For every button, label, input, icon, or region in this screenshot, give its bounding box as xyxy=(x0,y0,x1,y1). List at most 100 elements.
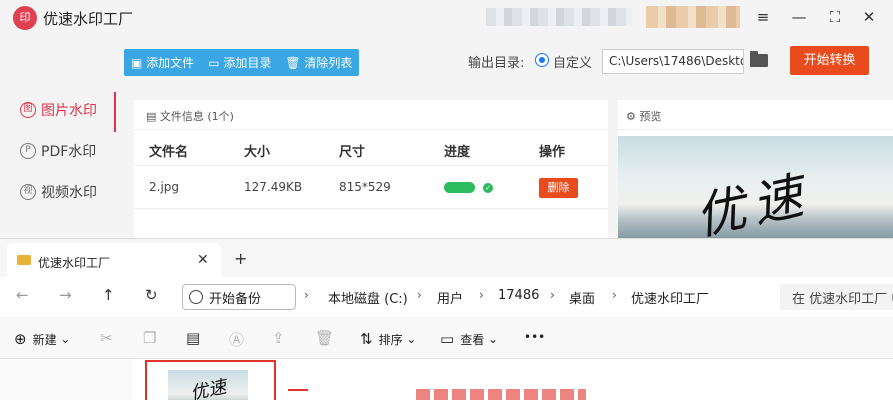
paste-icon[interactable]: ▤ xyxy=(186,329,200,347)
file-info-header: ▤ 文件信息 (1个) xyxy=(134,100,608,130)
watermark-app-window: 印 优速水印工厂 ≡ — ⛶ ✕ ▣ 添加文件 ▭ 添加目录 🗑 清除列表 输出… xyxy=(0,0,893,240)
tab-title: 优速水印工厂 xyxy=(38,256,111,270)
col-filename: 文件名 xyxy=(149,145,189,160)
new-button[interactable]: ⊕ 新建 ⌄ xyxy=(14,330,70,348)
breadcrumb[interactable]: 开始备份 › 本地磁盘 (C:) › 用户 › 17486 › 桌面 › 优速水… xyxy=(182,284,772,310)
copy-icon[interactable]: ❐ xyxy=(143,329,156,347)
preview-panel: ⚙ 预览 优速 xyxy=(618,100,893,240)
output-path-input[interactable]: C:\Users\17486\Deskto xyxy=(602,49,744,74)
video-watermark-icon: 视 xyxy=(20,184,36,200)
sort-label: 排序 xyxy=(378,332,403,347)
progress-bar xyxy=(444,182,475,193)
chevron-right-icon: › xyxy=(417,288,422,302)
file-table-header: 文件名 大小 尺寸 进度 操作 xyxy=(134,131,608,166)
start-convert-button[interactable]: 开始转换 xyxy=(790,46,869,75)
delete-icon[interactable]: 🗑 xyxy=(315,329,334,347)
add-folder-label: 添加目录 xyxy=(223,56,272,70)
back-icon[interactable]: ← xyxy=(16,286,29,304)
file-toolbar: ▣ 添加文件 ▭ 添加目录 🗑 清除列表 xyxy=(124,49,359,76)
blurred-user-badge xyxy=(646,6,740,28)
plus-circle-icon: ⊕ xyxy=(14,330,27,348)
view-label: 查看 xyxy=(460,332,485,347)
add-folder-button[interactable]: ▭ 添加目录 xyxy=(201,54,278,71)
view-icon: ▭ xyxy=(440,330,455,348)
output-dir-label: 输出目录: xyxy=(468,56,525,71)
preview-header: ⚙ 预览 xyxy=(618,100,893,130)
sidebar-item-label: 视频水印 xyxy=(41,185,97,201)
backup-label: 开始备份 xyxy=(209,291,262,307)
browse-folder-icon[interactable] xyxy=(750,51,768,67)
preview-title: 预览 xyxy=(639,110,662,123)
thumbnail-watermark: 优速 xyxy=(188,376,229,400)
active-indicator xyxy=(114,92,116,132)
crumb-user-folder[interactable]: 17486 xyxy=(498,288,539,303)
title-bar: 印 优速水印工厂 ≡ — ⛶ ✕ xyxy=(0,0,893,36)
refresh-icon[interactable]: ↻ xyxy=(145,286,158,304)
file-info-panel: ▤ 文件信息 (1个) 文件名 大小 尺寸 进度 操作 2.jpg 127.49… xyxy=(134,100,608,240)
chevron-right-icon: › xyxy=(612,288,617,302)
check-icon: ✓ xyxy=(483,183,493,193)
chevron-right-icon: › xyxy=(304,288,309,302)
file-list-area: 优速 xyxy=(0,359,893,400)
file-info-title: 文件信息 (1个) xyxy=(159,110,234,123)
cut-icon[interactable]: ✂ xyxy=(100,329,113,347)
preview-image: 优速 xyxy=(618,136,893,240)
new-label: 新建 xyxy=(32,332,57,347)
backup-icon xyxy=(189,290,203,304)
more-button[interactable]: ••• xyxy=(524,330,545,344)
annotation-note xyxy=(416,389,586,400)
sidebar-item-video-watermark[interactable]: 视 视频水印 xyxy=(20,180,97,204)
add-file-label: 添加文件 xyxy=(146,56,195,70)
up-icon[interactable]: ↑ xyxy=(102,286,115,304)
custom-output-radio[interactable] xyxy=(535,53,549,67)
file-size: 127.49KB xyxy=(244,180,303,194)
col-size: 大小 xyxy=(244,145,271,160)
address-bar-row: ← → ↑ ↻ 开始备份 › 本地磁盘 (C:) › 用户 › 17486 › … xyxy=(0,277,893,317)
blurred-account-info xyxy=(486,8,632,26)
add-file-button[interactable]: ▣ 添加文件 xyxy=(124,54,201,71)
clear-list-button[interactable]: 🗑 清除列表 xyxy=(278,54,359,71)
maximize-icon[interactable]: ⛶ xyxy=(823,6,847,28)
backup-pill[interactable]: 开始备份 xyxy=(182,284,296,310)
crumb-app-folder[interactable]: 优速水印工厂 xyxy=(631,288,709,307)
pdf-watermark-icon: P xyxy=(20,143,36,159)
tab-close-icon[interactable]: ✕ xyxy=(197,252,209,268)
custom-output-label: 自定义 xyxy=(553,56,593,71)
col-dimensions: 尺寸 xyxy=(339,145,366,160)
crumb-local-disk[interactable]: 本地磁盘 (C:) xyxy=(328,288,408,307)
annotation-arrow xyxy=(288,389,308,399)
view-button[interactable]: ▭ 查看 ⌄ xyxy=(440,330,498,348)
search-input[interactable]: 在 优速水印工厂 中 xyxy=(780,284,893,310)
menu-icon[interactable]: ≡ xyxy=(751,6,775,28)
file-explorer-window: 优速水印工厂 ✕ + ← → ↑ ↻ 开始备份 › 本地磁盘 (C:) › 用户… xyxy=(0,238,893,400)
clear-list-label: 清除列表 xyxy=(304,56,353,70)
forward-icon[interactable]: → xyxy=(59,286,72,304)
navigation-pane xyxy=(0,359,132,400)
sidebar-item-label: 图片水印 xyxy=(41,103,97,119)
minimize-icon[interactable]: — xyxy=(787,6,811,28)
explorer-tab[interactable]: 优速水印工厂 ✕ xyxy=(7,243,221,277)
new-tab-icon[interactable]: + xyxy=(234,249,247,268)
table-row[interactable]: 2.jpg 127.49KB 815*529 xyxy=(134,167,608,209)
sidebar-item-image-watermark[interactable]: 图 图片水印 xyxy=(20,98,97,122)
sort-button[interactable]: ⇅ 排序 ⌄ xyxy=(360,330,416,348)
crumb-users[interactable]: 用户 xyxy=(437,288,463,307)
file-dimensions: 815*529 xyxy=(339,180,391,194)
app-title: 优速水印工厂 xyxy=(43,10,134,28)
sort-icon: ⇅ xyxy=(360,330,373,348)
close-icon[interactable]: ✕ xyxy=(857,6,881,28)
app-logo-icon: 印 xyxy=(13,6,37,30)
sidebar-item-pdf-watermark[interactable]: P PDF水印 xyxy=(20,139,96,163)
chevron-right-icon: › xyxy=(479,288,484,302)
command-bar: ⊕ 新建 ⌄ ✂ ❐ ▤ Ⓐ ⇪ 🗑 ⇅ 排序 ⌄ ▭ 查看 ⌄ ••• xyxy=(0,319,893,359)
delete-button[interactable]: 删除 xyxy=(539,178,578,198)
col-action: 操作 xyxy=(539,145,566,160)
image-watermark-icon: 图 xyxy=(20,102,36,118)
chevron-right-icon: › xyxy=(550,288,555,302)
crumb-desktop[interactable]: 桌面 xyxy=(569,288,595,307)
rename-icon[interactable]: Ⓐ xyxy=(229,329,244,350)
file-name: 2.jpg xyxy=(149,180,180,194)
col-progress: 进度 xyxy=(444,145,471,160)
share-icon[interactable]: ⇪ xyxy=(272,329,285,347)
file-thumbnail[interactable]: 优速 xyxy=(168,370,248,400)
